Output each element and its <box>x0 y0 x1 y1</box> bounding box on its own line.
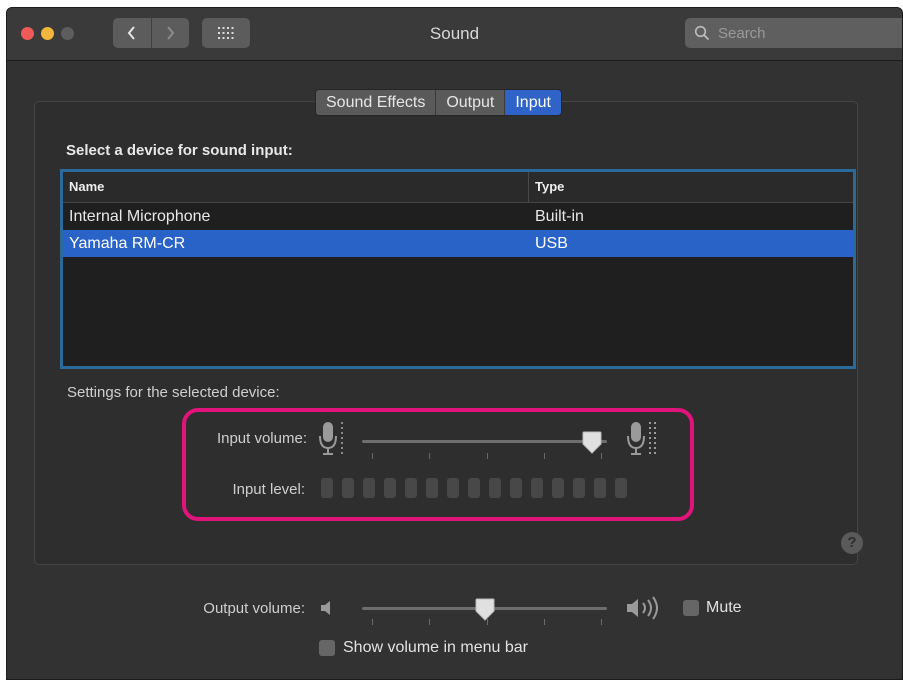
input-level-segment <box>615 478 627 498</box>
input-level-segment <box>468 478 480 498</box>
table-row[interactable]: Internal Microphone Built-in <box>63 203 853 230</box>
device-name-cell: Yamaha RM-CR <box>69 235 186 252</box>
input-volume-ticks <box>372 453 602 459</box>
tab-input[interactable]: Input <box>504 90 561 115</box>
input-level-segment <box>573 478 585 498</box>
column-header-type[interactable]: Type <box>529 172 853 202</box>
input-level-segment <box>342 478 354 498</box>
input-level-segment <box>426 478 438 498</box>
help-icon: ? <box>847 534 857 551</box>
input-level-segment <box>552 478 564 498</box>
input-level-segment <box>363 478 375 498</box>
speaker-high-icon <box>627 596 658 620</box>
help-button[interactable]: ? <box>841 532 863 554</box>
input-level-segment <box>594 478 606 498</box>
sound-preferences-window: Sound Sound Effects Output Input Select … <box>6 7 903 680</box>
search-input[interactable] <box>716 23 900 43</box>
table-row-selected[interactable]: Yamaha RM-CR USB <box>63 230 853 257</box>
input-volume-label: Input volume: <box>216 430 307 447</box>
device-type-cell: USB <box>535 235 568 252</box>
input-level-segment <box>489 478 501 498</box>
input-level-segment <box>531 478 543 498</box>
input-device-table[interactable]: Name Type Internal Microphone Built-in Y… <box>60 169 856 369</box>
input-level-segment <box>321 478 333 498</box>
show-volume-in-menu-bar-checkbox[interactable] <box>319 640 335 656</box>
input-volume-slider-knob[interactable] <box>582 431 602 455</box>
tab-bar: Sound Effects Output Input <box>315 89 562 116</box>
input-level-label: Input level: <box>232 481 305 498</box>
speaker-low-icon <box>321 601 330 615</box>
input-volume-slider[interactable] <box>362 440 607 443</box>
mute-checkbox[interactable] <box>683 600 699 616</box>
tab-output[interactable]: Output <box>435 90 505 115</box>
input-level-segment <box>510 478 522 498</box>
settings-heading: Settings for the selected device: <box>67 384 280 401</box>
output-volume-slider-knob[interactable] <box>475 598 495 622</box>
output-volume-label: Output volume: <box>203 600 305 617</box>
microphone-low-icon <box>319 422 343 456</box>
device-type-cell: Built-in <box>535 208 584 225</box>
column-header-name[interactable]: Name <box>63 172 529 202</box>
search-icon <box>694 25 710 41</box>
device-list-heading: Select a device for sound input: <box>66 142 293 159</box>
input-level-segment <box>384 478 396 498</box>
input-level-meter <box>321 478 627 498</box>
tab-sound-effects[interactable]: Sound Effects <box>316 90 436 115</box>
show-volume-in-menu-bar-label: Show volume in menu bar <box>343 639 528 656</box>
search-field[interactable] <box>685 18 902 48</box>
table-header: Name Type <box>63 172 853 203</box>
input-level-segment <box>447 478 459 498</box>
input-settings-highlight <box>182 408 694 521</box>
mute-label: Mute <box>706 599 742 616</box>
input-level-segment <box>405 478 417 498</box>
device-name-cell: Internal Microphone <box>69 208 211 225</box>
title-bar: Sound <box>7 8 902 61</box>
microphone-high-icon <box>627 422 656 456</box>
